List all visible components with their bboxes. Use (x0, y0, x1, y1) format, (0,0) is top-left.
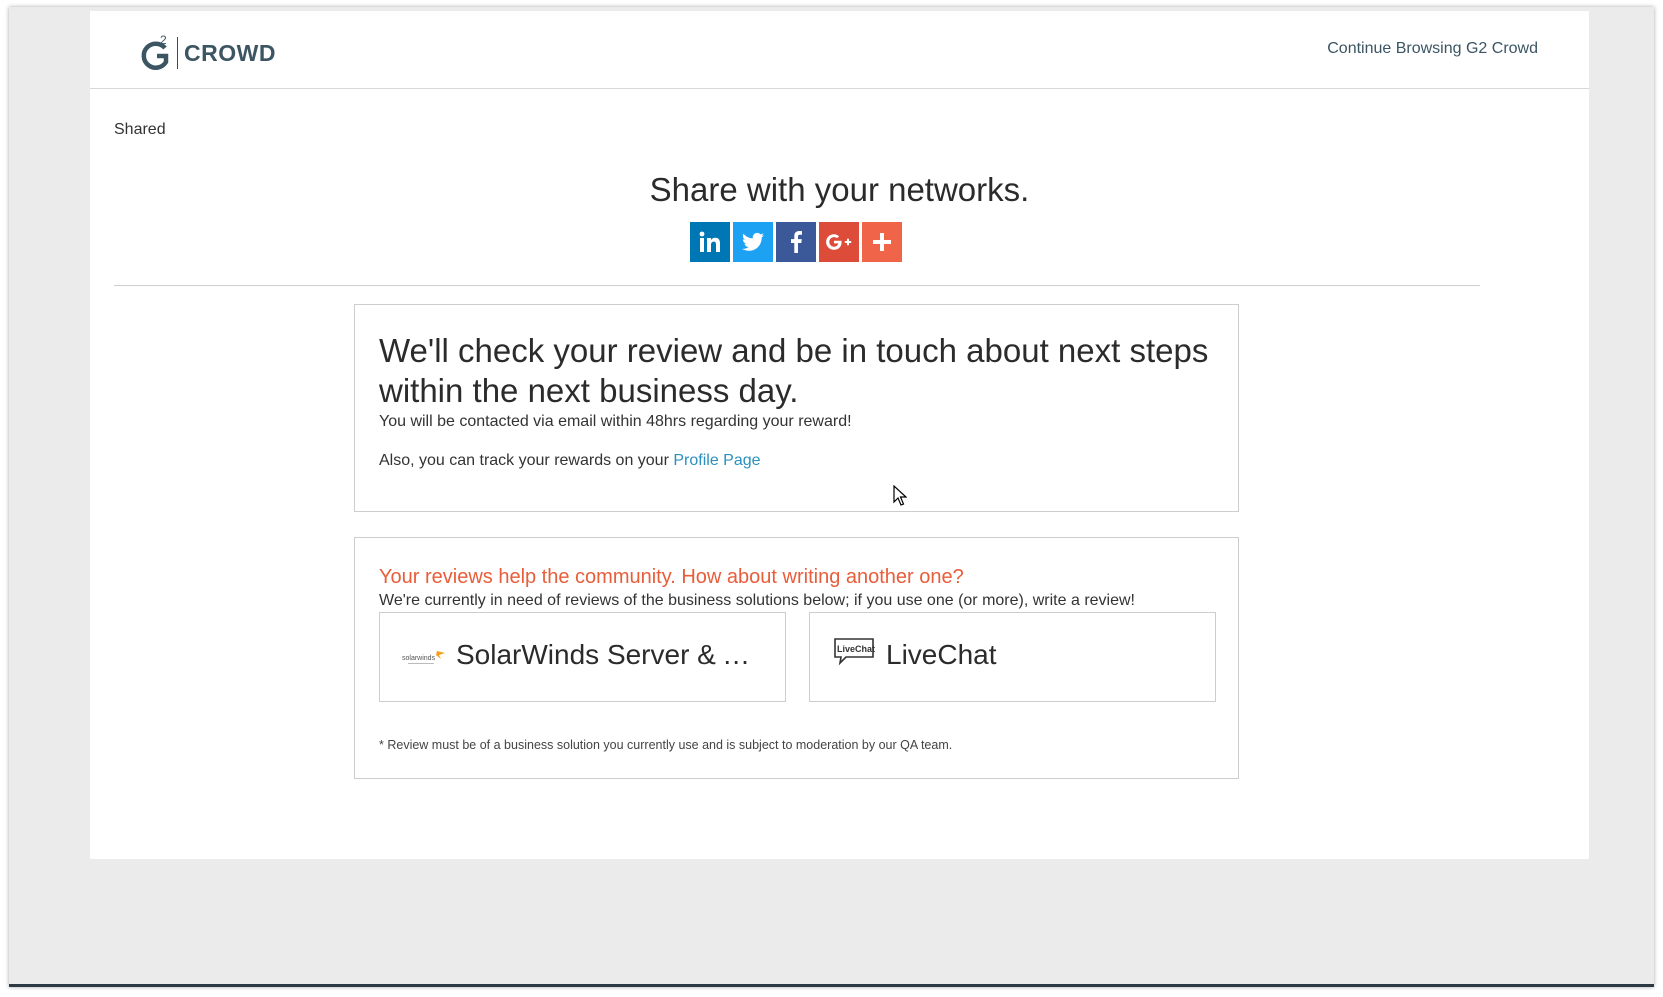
profile-page-link[interactable]: Profile Page (673, 452, 760, 469)
community-subheading: We're currently in need of reviews of th… (379, 592, 1135, 609)
share-linkedin-button[interactable] (690, 222, 730, 262)
contact-note: You will be contacted via email within 4… (379, 413, 852, 430)
share-google-plus-button[interactable] (819, 222, 859, 262)
track-rewards-text: Also, you can track your rewards on your (379, 452, 674, 469)
svg-text:solarwinds: solarwinds (402, 655, 436, 662)
site-header: 2 CROWD Continue Browsing G2 Crowd (90, 11, 1589, 89)
review-disclaimer: * Review must be of a business solution … (379, 738, 953, 752)
share-more-button[interactable] (862, 222, 902, 262)
review-status-panel: We'll check your review and be in touch … (354, 304, 1239, 512)
viewport-bottom-edge (9, 984, 1654, 987)
page-container: 2 CROWD Continue Browsing G2 Crowd Share… (90, 11, 1589, 859)
g2-crowd-logo[interactable]: 2 CROWD (139, 33, 276, 73)
continue-browsing-link[interactable]: Continue Browsing G2 Crowd (1327, 40, 1538, 58)
product-name: SolarWinds Server & Application Monitor (456, 639, 766, 670)
product-card-solarwinds[interactable]: solarwinds SolarWinds Server & Applicati… (379, 612, 786, 702)
svg-text:LiveChat: LiveChat (837, 644, 875, 654)
logo-divider (177, 37, 178, 69)
share-facebook-button[interactable] (776, 222, 816, 262)
twitter-icon (742, 232, 764, 251)
solarwinds-logo-icon: solarwinds (402, 651, 445, 664)
share-twitter-button[interactable] (733, 222, 773, 262)
product-name: LiveChat (886, 639, 997, 670)
plus-icon (873, 233, 891, 251)
g2-logo-mark-icon: 2 (141, 34, 169, 70)
review-status-heading: We'll check your review and be in touch … (379, 332, 1209, 409)
linkedin-icon (699, 231, 720, 252)
share-title: Share with your networks. (649, 171, 1030, 208)
shared-status-label: Shared (114, 121, 166, 138)
track-rewards-note: Also, you can track your rewards on your… (379, 452, 761, 470)
svg-text:2: 2 (160, 34, 167, 47)
browser-viewport: 2 CROWD Continue Browsing G2 Crowd Share… (9, 7, 1654, 987)
section-divider (114, 285, 1480, 286)
share-button-group (690, 222, 902, 262)
logo-wordmark: CROWD (184, 39, 276, 66)
livechat-logo-icon: LiveChat (834, 638, 875, 666)
facebook-icon (791, 231, 802, 253)
product-card-livechat[interactable]: LiveChat LiveChat (809, 612, 1216, 702)
google-plus-icon (826, 234, 852, 250)
write-another-review-panel: Your reviews help the community. How abo… (354, 537, 1239, 779)
mouse-cursor-icon (893, 485, 907, 506)
community-heading: Your reviews help the community. How abo… (379, 566, 964, 588)
